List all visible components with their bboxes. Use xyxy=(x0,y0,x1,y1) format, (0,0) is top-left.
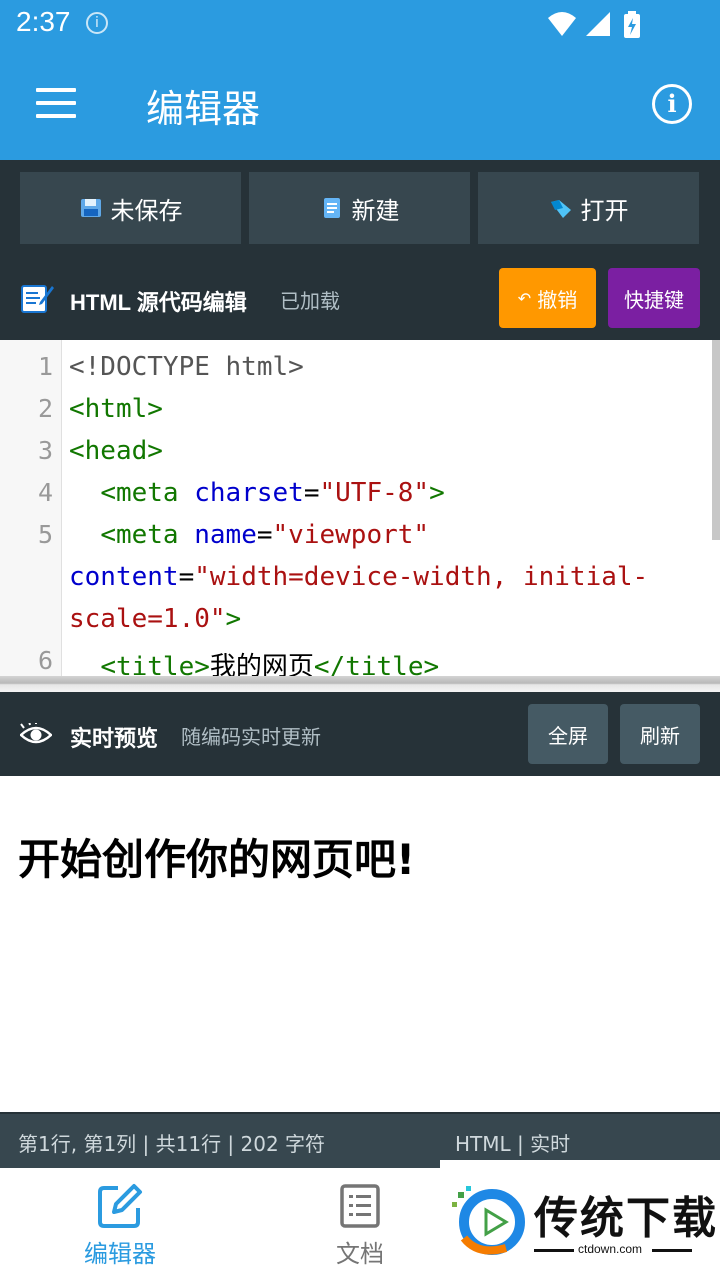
refresh-label: 刷新 xyxy=(640,723,680,748)
code-line: <title>我的网页</title> xyxy=(100,652,440,676)
shortcuts-label: 快捷键 xyxy=(624,287,684,312)
watermark-rule xyxy=(652,1249,692,1252)
fullscreen-button[interactable]: 全屏 xyxy=(528,704,608,764)
eye-icon xyxy=(20,723,52,744)
editor-header: HTML 源代码编辑 已加载 ↶ 撤销 快捷键 xyxy=(0,260,720,340)
shortcuts-button[interactable]: 快捷键 xyxy=(608,268,700,328)
line-number: 1 xyxy=(37,352,53,381)
wifi-icon xyxy=(548,12,576,36)
ctdown-logo-icon xyxy=(452,1186,525,1255)
line-number: 6 xyxy=(37,646,53,675)
editor-status: 已加载 xyxy=(280,289,340,313)
nav-editor[interactable]: 编辑器 xyxy=(0,1168,240,1280)
nav-editor-label: 编辑器 xyxy=(84,1240,156,1268)
floppy-disk-icon xyxy=(80,199,101,217)
battery-charging-icon xyxy=(624,11,640,38)
code-editor[interactable]: 1 2 3 4 5 6 <!DOCTYPE html> <html> <head… xyxy=(0,340,720,676)
code-line-wrapped: scale=1.0"> xyxy=(69,604,242,634)
new-document-icon xyxy=(323,198,340,218)
info-circle-icon[interactable]: i xyxy=(652,84,692,124)
unsaved-label: 未保存 xyxy=(110,196,183,225)
line-number: 5 xyxy=(37,520,53,549)
watermark-rule xyxy=(534,1249,574,1252)
status-time: 2:37 xyxy=(16,6,71,37)
app-title: 编辑器 xyxy=(146,87,261,131)
watermark-logo: 传统下载 ctdown.com xyxy=(440,1160,720,1280)
edit-icon xyxy=(98,1184,142,1228)
open-button[interactable]: 打开 xyxy=(478,172,699,244)
undo-button[interactable]: ↶ 撤销 xyxy=(499,268,596,328)
fullscreen-label: 全屏 xyxy=(548,723,588,748)
preview-header: 实时预览 随编码实时更新 全屏 刷新 xyxy=(0,692,720,776)
code-line: <meta charset="UTF-8"> xyxy=(100,478,445,508)
status-bar: 2:37 i xyxy=(0,0,720,48)
refresh-button[interactable]: 刷新 xyxy=(620,704,700,764)
editor-toolbar-panel: 未保存 新建 打开 HTML 源代码编辑 已加载 ↶ 撤销 快捷键 xyxy=(0,160,720,340)
cursor-position: 第1行, 第1列 | 共11行 | 202 字符 xyxy=(18,1132,326,1156)
undo-label: 撤销 xyxy=(537,287,578,312)
app-bar: 编辑器 i xyxy=(0,48,720,160)
edit-document-icon xyxy=(21,285,54,313)
status-icons xyxy=(548,10,668,42)
code-line-wrapped: content="width=device-width, initial- xyxy=(69,562,649,592)
language-mode: HTML | 实时 xyxy=(455,1132,571,1156)
unsaved-button[interactable]: 未保存 xyxy=(20,172,241,244)
new-label: 新建 xyxy=(351,196,400,225)
preview-subtitle: 随编码实时更新 xyxy=(181,725,321,749)
open-label: 打开 xyxy=(580,196,629,225)
preview-title: 实时预览 xyxy=(70,727,159,752)
watermark-text: 传统下载 xyxy=(534,1193,718,1244)
line-number: 3 xyxy=(37,436,53,465)
editor-title: HTML 源代码编辑 xyxy=(70,290,247,315)
status-info-icon: i xyxy=(86,12,108,34)
preview-heading: 开始创作你的网页吧! xyxy=(18,835,416,884)
new-button[interactable]: 新建 xyxy=(249,172,470,244)
live-preview-pane: 开始创作你的网页吧! xyxy=(0,776,720,1112)
code-line: <meta name="viewport" xyxy=(100,520,430,550)
open-folder-icon xyxy=(550,200,571,218)
code-line: <!DOCTYPE html> xyxy=(69,352,304,382)
undo-icon: ↶ xyxy=(517,288,532,308)
code-line: <head> xyxy=(69,436,163,466)
resize-splitter[interactable] xyxy=(0,676,720,692)
code-line: <html> xyxy=(69,394,163,424)
document-icon xyxy=(340,1184,380,1228)
hamburger-menu-icon[interactable] xyxy=(36,88,76,118)
line-number-gutter: 1 2 3 4 5 6 xyxy=(0,340,62,676)
watermark-domain: ctdown.com xyxy=(578,1242,643,1256)
editor-scrollbar[interactable] xyxy=(712,340,720,540)
line-number: 4 xyxy=(37,478,53,507)
cell-signal-icon xyxy=(586,12,610,36)
line-number: 2 xyxy=(37,394,53,423)
